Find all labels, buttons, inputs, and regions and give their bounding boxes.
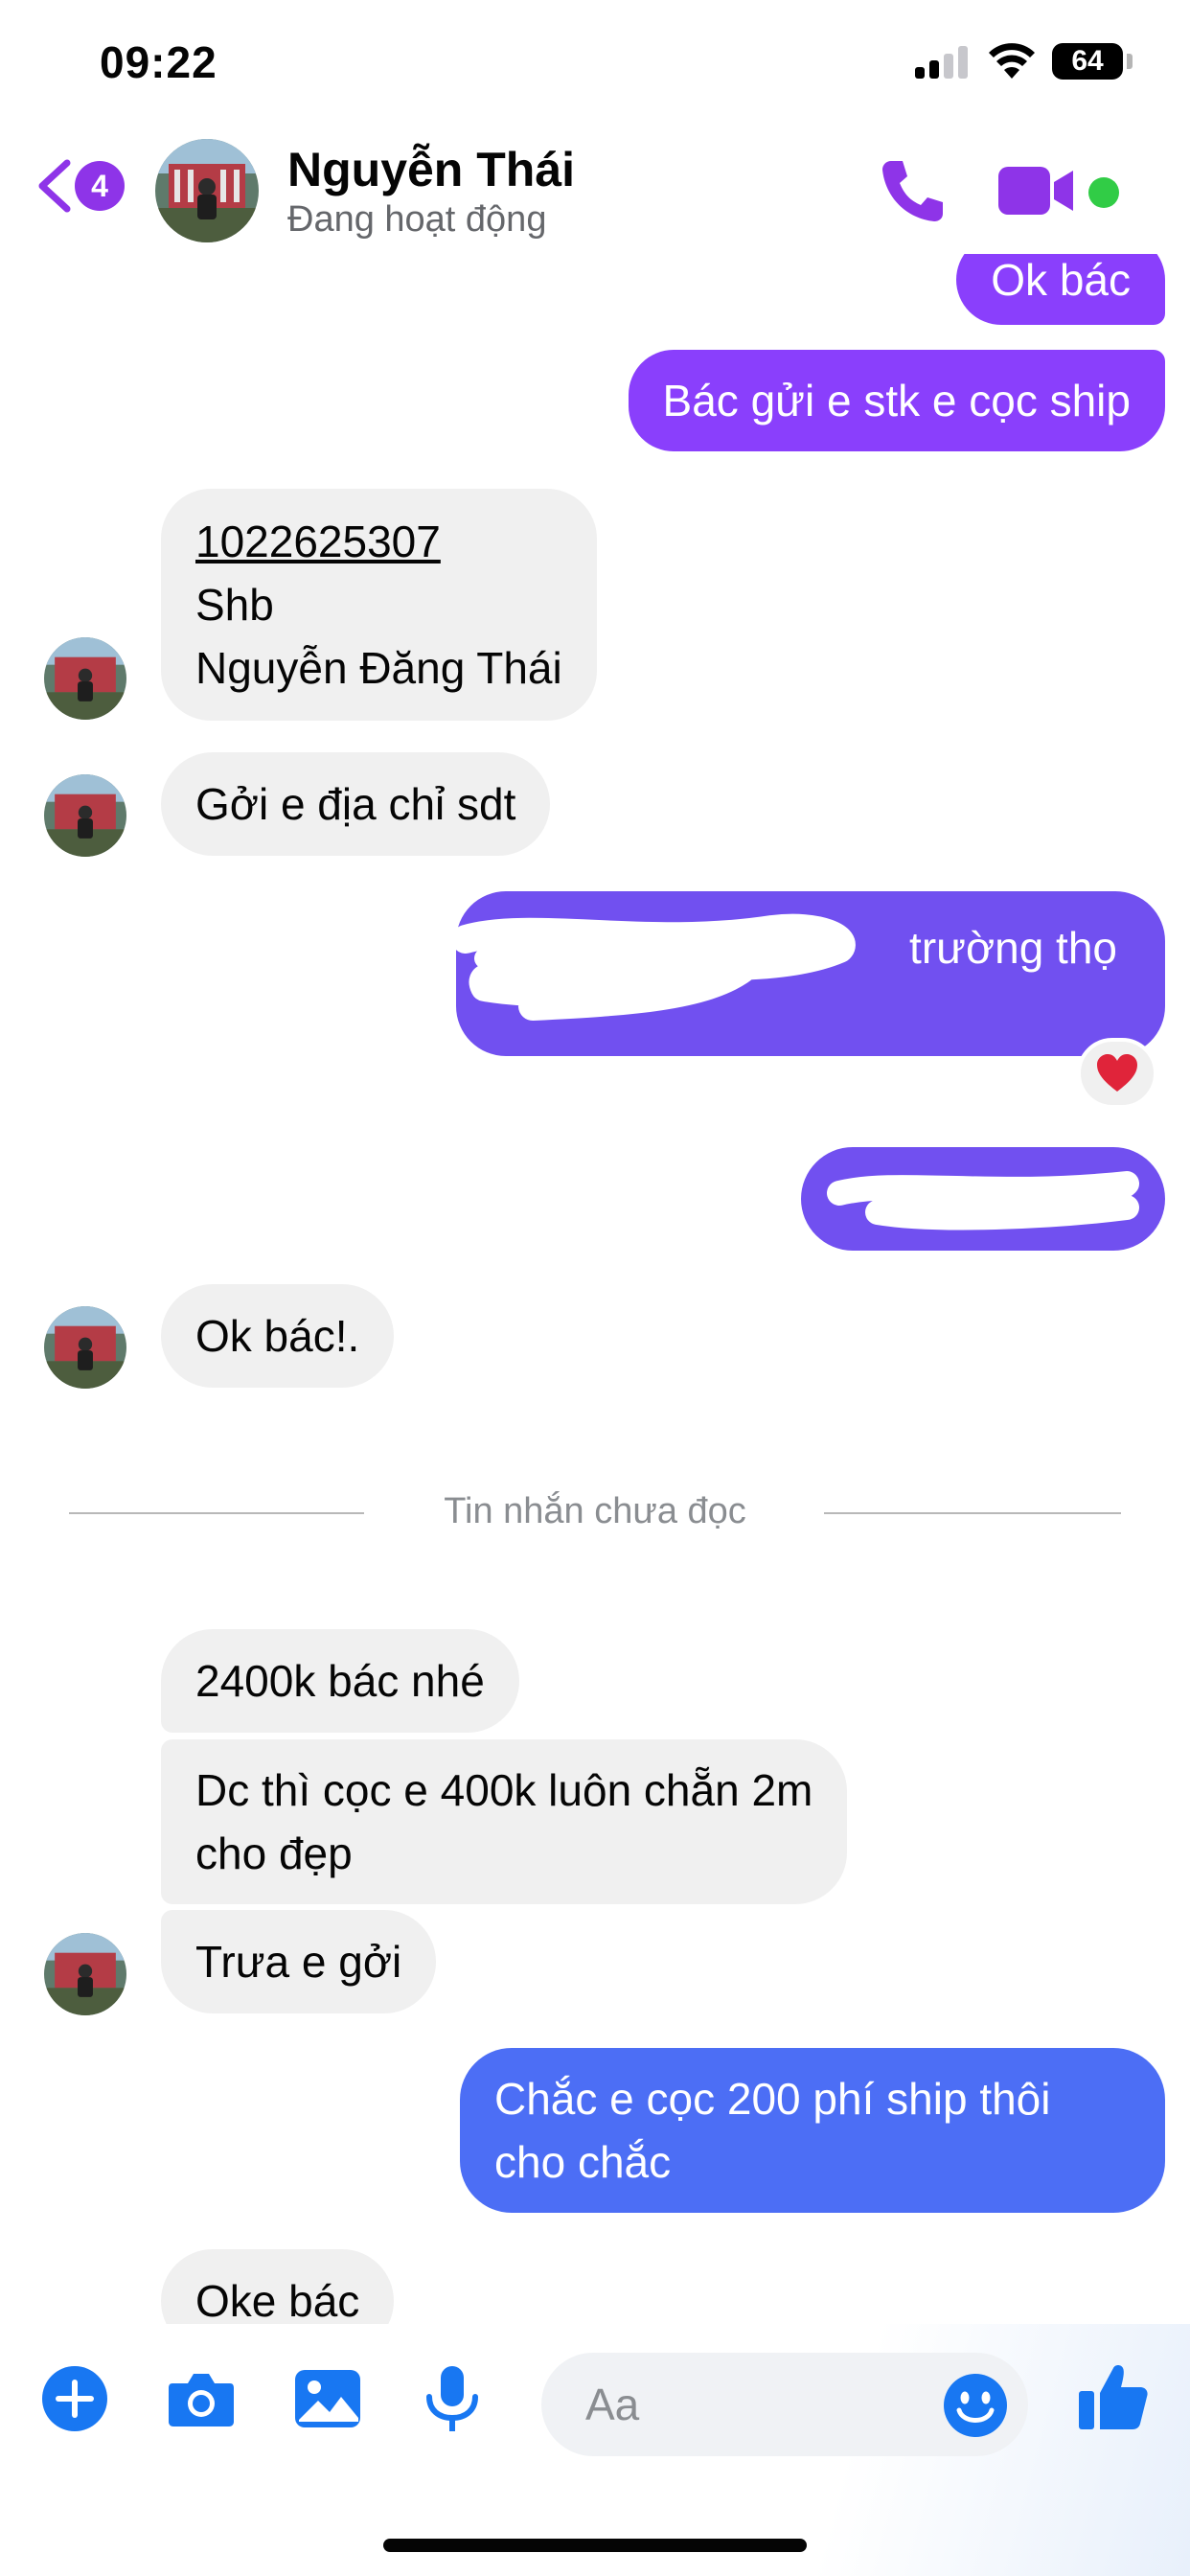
message-outgoing-redacted[interactable]: trường thọ [456,891,1165,1056]
thumbs-up-icon[interactable] [1075,2358,1152,2435]
redaction-scribble [456,913,856,1021]
gallery-icon[interactable] [291,2362,364,2435]
message-text: Oke bác [195,2276,360,2324]
message-composer [0,2324,1190,2576]
redaction-scribble [827,1171,1139,1230]
message-outgoing[interactable]: Chắc e cọc 200 phí ship thôi cho chắc [460,2048,1165,2213]
chat-header: 4 Nguyễn Thái Đang hoạt động [0,125,1190,254]
message-text: Trưa e gởi [195,1937,402,1987]
message-incoming[interactable]: Dc thì cọc e 400k luôn chẵn 2m cho đẹp [161,1739,848,1904]
battery-icon: 64 [1052,43,1123,80]
emoji-icon[interactable] [942,2372,1009,2439]
message-list[interactable]: Ok bác Bác gửi e stk e cọc ship 10226253… [0,254,1190,2324]
message-text: Chắc e cọc 200 phí ship thôi [494,2074,1051,2124]
video-call-icon[interactable] [996,159,1077,222]
signal-icon [915,46,969,79]
sender-avatar[interactable] [44,774,126,857]
message-incoming[interactable]: Oke bác [161,2249,395,2324]
message-text: Ok bác [991,255,1131,305]
message-text: Gởi e địa chỉ sdt [195,779,516,829]
contact-name[interactable]: Nguyễn Thái [287,142,575,197]
microphone-icon[interactable] [416,2362,489,2435]
sender-avatar[interactable] [44,1933,126,2015]
message-text: trường thọ [909,923,1117,973]
message-reaction[interactable] [1077,1038,1157,1109]
phone-call-icon[interactable] [878,155,949,226]
message-text: cho chắc [494,2137,672,2187]
camera-icon[interactable] [165,2362,238,2435]
online-indicator [1088,177,1119,208]
message-input-field[interactable] [541,2353,1028,2456]
message-incoming[interactable]: Gởi e địa chỉ sdt [161,752,551,856]
battery-tip [1127,54,1133,69]
status-bar: 09:22 64 [0,0,1190,125]
message-text: Dc thì cọc e 400k luôn chẵn 2m [195,1765,813,1815]
message-outgoing[interactable]: Ok bác [956,254,1165,325]
home-indicator [383,2539,807,2552]
contact-avatar[interactable] [155,139,259,242]
unread-count-badge: 4 [75,161,125,211]
unread-divider: Tin nhắn chưa đọc [69,1484,1121,1541]
message-text: Nguyễn Đăng Thái [195,643,562,693]
back-button[interactable]: 4 [34,151,130,220]
status-time: 09:22 [100,37,217,87]
plus-icon[interactable] [38,2362,111,2435]
account-number-link[interactable]: 1022625307 [195,510,562,573]
message-incoming[interactable]: Trưa e gởi [161,1910,437,2013]
message-incoming[interactable]: Ok bác!. [161,1284,395,1388]
message-incoming[interactable]: 1022625307 Shb Nguyễn Đăng Thái [161,489,597,721]
message-text: Ok bác!. [195,1311,360,1361]
message-outgoing[interactable]: Bác gửi e stk e cọc ship [628,350,1165,451]
message-input[interactable] [585,2376,892,2433]
message-text: Bác gửi e stk e cọc ship [662,376,1131,426]
sender-avatar[interactable] [44,637,126,720]
heart-icon [1097,1054,1137,1092]
message-incoming[interactable]: 2400k bác nhé [161,1629,519,1733]
divider-line [824,1512,1121,1514]
message-text: Shb [195,580,274,630]
contact-active-status: Đang hoạt động [287,199,547,240]
sender-avatar[interactable] [44,1306,126,1389]
chevron-left-icon [38,159,71,213]
wifi-icon [989,43,1035,79]
message-text: cho đẹp [195,1828,353,1878]
message-text: 2400k bác nhé [195,1656,485,1706]
message-outgoing-redacted[interactable] [801,1147,1165,1251]
